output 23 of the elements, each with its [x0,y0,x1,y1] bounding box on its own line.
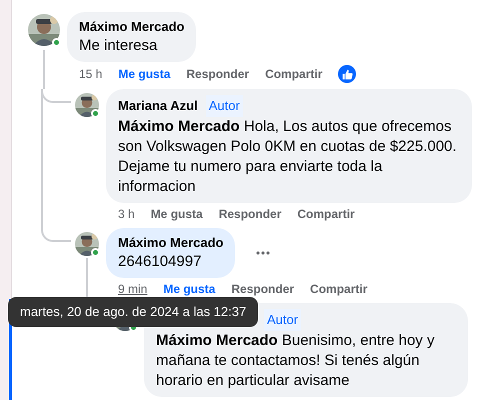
author-badge: Autor [206,95,243,117]
comment-text: Máximo Mercado Hola, Los autos que ofrecemos son Volkswagen Polo 0KM en cuotas de $225.000. Dejame tu numero para enviarte toda la informacion [118,117,458,197]
like-button[interactable]: Me gusta [163,281,216,297]
author-name[interactable]: Máximo Mercado [118,234,224,252]
author-name[interactable]: Mariana Azul [118,97,198,115]
author-badge: Autor [264,309,302,331]
author-name[interactable]: Máximo Mercado [79,18,184,36]
like-button[interactable]: Me gusta [118,66,170,82]
reply-button[interactable]: Responder [186,66,250,82]
comment-text: Máximo Mercado Buenisimo, entre hoy y mañana te contactamos! Si tenés algún horario en particular avisame [156,331,436,391]
timestamp-link[interactable]: 3 h [118,206,135,222]
like-button[interactable]: Me gusta [150,206,203,222]
timestamp-link[interactable]: 15 h [79,66,102,82]
comment-text: 2646104997 [118,252,202,272]
reply-button[interactable]: Responder [218,206,282,222]
date-tooltip: martes, 20 de ago. de 2024 a las 12:37 [8,297,258,327]
comment-text: Me interesa [79,36,158,56]
share-button[interactable]: Compartir [310,281,368,297]
reply-button[interactable]: Responder [231,281,294,297]
share-button[interactable]: Compartir [265,66,322,82]
timestamp-link[interactable]: 9 min [118,281,148,297]
more-icon [256,251,270,255]
share-button[interactable]: Compartir [297,206,355,222]
